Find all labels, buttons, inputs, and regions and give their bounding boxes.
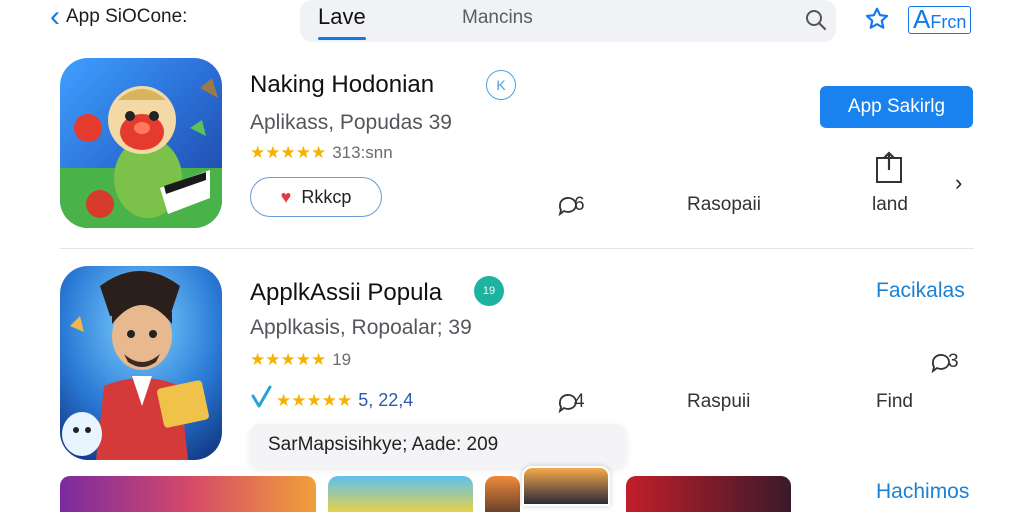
meta-right-2[interactable]: Find bbox=[876, 391, 913, 413]
search-icon[interactable] bbox=[804, 8, 828, 32]
afirm-button[interactable]: AFrcn bbox=[908, 4, 972, 34]
link-facikalas[interactable]: Facikalas bbox=[876, 279, 965, 303]
chevron-right-icon[interactable]: › bbox=[955, 170, 962, 196]
meta-mid-1[interactable]: Rasopaii bbox=[687, 194, 761, 216]
row-divider bbox=[60, 248, 974, 249]
rating-line-2: ★★★★★ 5, 22,4 bbox=[276, 390, 413, 411]
app-title-1[interactable]: Naking Hodonian bbox=[250, 71, 434, 99]
verified-badge-2: 19 bbox=[474, 276, 504, 306]
app-artwork-1 bbox=[60, 58, 222, 228]
app-subtitle-2: Applkasis, Ropoalar; 39 bbox=[250, 316, 472, 339]
comment-count-right: 3 bbox=[948, 351, 959, 372]
heart-icon: ♥ bbox=[280, 186, 292, 207]
verified-badge-1: K bbox=[486, 70, 516, 100]
share-icon[interactable] bbox=[874, 150, 904, 184]
tab-mancins[interactable]: Mancins bbox=[462, 7, 533, 29]
tab-strip: Lave Mancins bbox=[300, 0, 836, 42]
back-label: App SiOCone: bbox=[66, 6, 188, 27]
info-tooltip: SarMapsisihkye; Aade: 209 bbox=[250, 424, 626, 468]
comment-count-2: 4 bbox=[574, 391, 585, 412]
star-icon[interactable] bbox=[864, 6, 890, 32]
rating-line-stars-2: ★★★★★ bbox=[276, 391, 353, 410]
rating-count-2: 19 bbox=[332, 350, 352, 369]
primary-action-button[interactable]: App Sakirlg bbox=[820, 86, 973, 128]
top-bar: ‹ App SiOCone: Lave Mancins AFrcn bbox=[0, 0, 1024, 44]
thumbnail-4[interactable] bbox=[522, 466, 610, 506]
thumbnail-2[interactable] bbox=[328, 476, 473, 512]
chevron-left-icon: ‹ bbox=[50, 0, 60, 33]
rating-count-1: 313:snn bbox=[332, 143, 393, 162]
thumbnail-1[interactable] bbox=[60, 476, 316, 512]
stars-glyphs-1: ★★★★★ bbox=[250, 143, 327, 162]
rating-line-value-2: 5, 22,4 bbox=[358, 390, 414, 410]
meta-right-1[interactable]: land bbox=[872, 194, 908, 216]
app-title-2[interactable]: ApplkAssii Popula bbox=[250, 279, 442, 307]
app-icon-2[interactable] bbox=[60, 266, 222, 460]
tab-lave[interactable]: Lave bbox=[318, 4, 366, 40]
thumbnail-3[interactable] bbox=[485, 476, 520, 512]
afirm-label: Frcn bbox=[930, 12, 967, 32]
comment-count-1: 6 bbox=[574, 194, 585, 215]
app-subtitle-1: Aplikass, Popudas 39 bbox=[250, 111, 452, 134]
check-icon bbox=[251, 385, 272, 408]
link-hachimos[interactable]: Hachimos bbox=[876, 480, 969, 504]
app-icon-1[interactable] bbox=[60, 58, 222, 228]
thumbnail-5[interactable] bbox=[626, 476, 791, 512]
rating-stars-1: ★★★★★ 313:snn bbox=[250, 143, 393, 163]
stars-glyphs-2: ★★★★★ bbox=[250, 350, 327, 369]
back-button[interactable]: ‹ App SiOCone: bbox=[50, 2, 187, 32]
favorite-button[interactable]: ♥ Rkkcp bbox=[250, 177, 382, 217]
app-artwork-2 bbox=[60, 266, 222, 460]
rating-stars-2: ★★★★★ 19 bbox=[250, 350, 351, 370]
favorite-label: Rkkcp bbox=[301, 186, 352, 207]
afirm-letter: A bbox=[913, 4, 931, 34]
meta-mid-2[interactable]: Raspuii bbox=[687, 391, 750, 413]
